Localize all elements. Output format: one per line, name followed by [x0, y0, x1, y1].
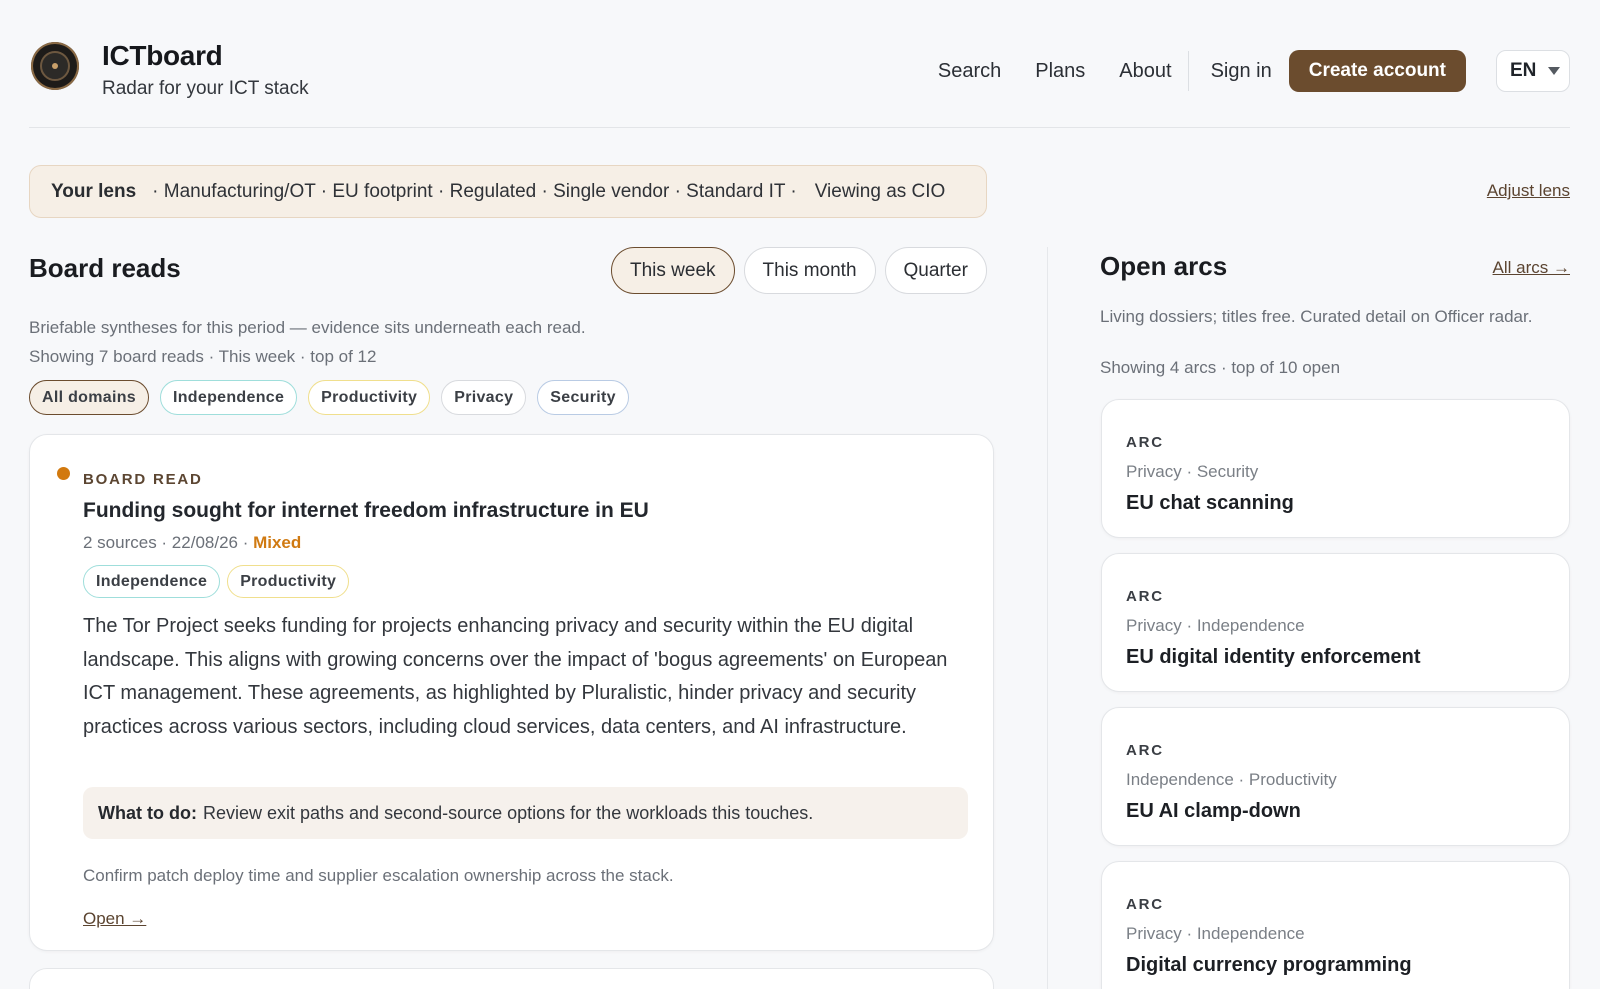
nav-search-link[interactable]: Search [938, 60, 1001, 83]
card-kicker: BOARD READ [83, 471, 203, 488]
card-meta: 2 sources · 22/08/26 · Mixed [83, 533, 301, 553]
what-to-do-text: Review exit paths and second-source opti… [202, 802, 814, 823]
arc-domains: Privacy · Security [1126, 462, 1259, 481]
arc-kicker: ARC [1126, 588, 1164, 605]
board-reads-count: Showing 7 board reads · This week · top … [29, 347, 377, 366]
arc-domains: Privacy · Independence [1126, 616, 1305, 635]
adjust-lens-link[interactable]: Adjust lens [1487, 181, 1570, 201]
arc-kicker: ARC [1126, 896, 1164, 913]
card-confirm-note: Confirm patch deploy time and supplier e… [83, 866, 674, 885]
period-this-month[interactable]: This month [743, 247, 876, 294]
chevron-down-icon [1548, 67, 1561, 75]
lens-label: Your lens [51, 180, 137, 202]
domain-filters: All domains Independence Productivity Pr… [29, 380, 629, 415]
arc-title: EU chat scanning [1126, 492, 1294, 514]
arc-title: EU AI clamp-down [1126, 800, 1301, 822]
top-nav: Search Plans About Sign in Create accoun… [938, 50, 1570, 92]
arc-domains: Independence · Productivity [1126, 770, 1337, 789]
filter-all-domains[interactable]: All domains [29, 380, 149, 415]
sentiment-badge: Mixed [253, 533, 302, 552]
arc-card[interactable]: ARC Independence · Productivity EU AI cl… [1101, 707, 1570, 846]
board-reads-description: Briefable syntheses for this period — ev… [29, 313, 586, 371]
filter-privacy[interactable]: Privacy [441, 380, 527, 415]
nav-plans-link[interactable]: Plans [1035, 60, 1085, 83]
radar-logo-icon[interactable] [31, 42, 79, 90]
all-arcs-link[interactable]: All arcs → [1493, 258, 1570, 278]
card-tag-independence: Independence [83, 565, 221, 598]
period-this-week[interactable]: This week [611, 247, 735, 294]
filter-independence[interactable]: Independence [159, 380, 298, 415]
card-open-link[interactable]: Open → [83, 909, 146, 929]
arc-domains: Privacy · Independence [1126, 924, 1305, 943]
arc-kicker: ARC [1126, 434, 1164, 451]
radar-dot [52, 63, 58, 69]
site-header: ICTboard Radar for your ICT stack Search… [29, 30, 1570, 128]
arc-card[interactable]: ARC Privacy · Independence EU digital id… [1101, 553, 1570, 692]
lens-bar: Your lens · Manufacturing/OT · EU footpr… [29, 165, 987, 218]
arc-kicker: ARC [1126, 742, 1164, 759]
arc-title: Digital currency programming [1126, 954, 1412, 976]
arc-title: EU digital identity enforcement [1126, 646, 1421, 668]
brand-name[interactable]: ICTboard [102, 40, 223, 72]
create-account-button[interactable]: Create account [1288, 50, 1466, 92]
arc-card[interactable]: ARC Privacy · Security EU chat scanning [1101, 399, 1570, 538]
period-switcher: This week This month Quarter [611, 247, 987, 294]
what-to-do-box: What to do: Review exit paths and second… [83, 787, 968, 839]
card-title[interactable]: Funding sought for internet freedom infr… [83, 499, 649, 523]
filter-productivity[interactable]: Productivity [308, 380, 431, 415]
period-quarter[interactable]: Quarter [884, 247, 987, 294]
column-divider [1047, 247, 1048, 989]
nav-divider [1187, 51, 1189, 91]
brand-tagline: Radar for your ICT stack [102, 78, 309, 99]
board-reads-title: Board reads [29, 253, 181, 283]
card-meta-text: 2 sources · 22/08/26 · [83, 533, 254, 552]
board-read-card-next[interactable] [29, 968, 994, 989]
language-value: EN [1510, 60, 1537, 81]
status-dot-icon [57, 467, 70, 480]
board-reads-subtitle: Briefable syntheses for this period — ev… [29, 318, 586, 337]
card-tags: Independence Productivity [83, 565, 350, 598]
arcs-count: Showing 4 arcs · top of 10 open [1100, 358, 1341, 377]
sign-in-link[interactable]: Sign in [1211, 60, 1272, 83]
filter-security[interactable]: Security [537, 380, 629, 415]
open-arcs-title: Open arcs [1100, 251, 1228, 281]
arcs-description: Living dossiers; titles free. Curated de… [1100, 307, 1533, 326]
language-select[interactable]: EN [1496, 50, 1570, 92]
board-read-card: BOARD READ Funding sought for internet f… [29, 434, 994, 951]
card-body: The Tor Project seeks funding for projec… [83, 615, 948, 738]
card-tag-productivity: Productivity [227, 565, 350, 598]
what-to-do-label: What to do: [98, 802, 197, 823]
lens-viewing-role: Viewing as CIO [814, 180, 946, 202]
arc-card[interactable]: ARC Privacy · Independence Digital curre… [1101, 861, 1570, 989]
nav-about-link[interactable]: About [1119, 60, 1171, 83]
lens-items: · Manufacturing/OT · EU footprint · Regu… [152, 180, 797, 202]
